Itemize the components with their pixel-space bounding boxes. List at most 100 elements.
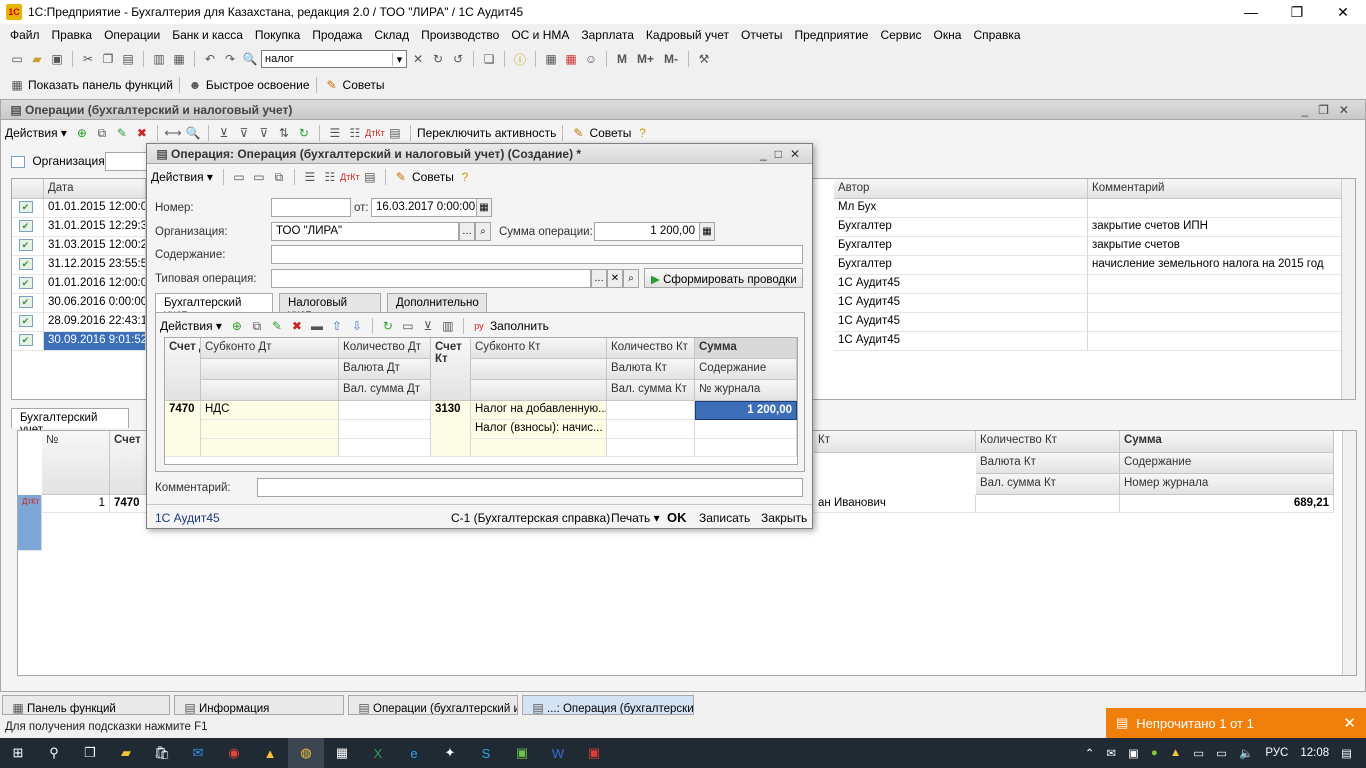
copy-row-icon[interactable]: ⧉ — [93, 124, 111, 142]
tree-icon[interactable]: ☷ — [346, 124, 364, 142]
org-field[interactable]: ТОО "ЛИРА" — [271, 222, 459, 241]
copy-row-icon[interactable]: ⧉ — [248, 317, 266, 335]
filter-icon[interactable]: ⊻ — [215, 124, 233, 142]
calculator-icon[interactable]: ▦ — [324, 738, 360, 768]
row-comment[interactable]: закрытие счетов ИПН — [1088, 218, 1342, 237]
select-icon[interactable]: … — [459, 222, 475, 241]
entry-subconto-kt-3[interactable] — [471, 439, 607, 457]
comment-field[interactable] — [257, 478, 803, 497]
date-field[interactable]: 16.03.2017 0:00:00 — [371, 198, 477, 217]
row-author[interactable]: Бухгалтер — [834, 237, 1088, 256]
calculator-icon[interactable]: ▦ — [542, 50, 560, 68]
warning-app-icon[interactable]: ▲ — [252, 738, 288, 768]
dialog-actions-menu[interactable]: Действия ▾ — [151, 170, 217, 184]
menu-item-edit[interactable]: Правка — [46, 24, 99, 46]
row-author[interactable]: Бухгалтер — [834, 218, 1088, 237]
window-tab-operation-dialog[interactable]: ▤...: Операция (бухгалтерски... — [522, 695, 694, 715]
help-icon[interactable]: ? — [633, 124, 651, 142]
entry-subconto-dt-3[interactable] — [201, 439, 339, 457]
row-comment[interactable]: начисление земельного налога на 2015 год — [1088, 256, 1342, 275]
chrome-icon[interactable]: ◉ — [216, 738, 252, 768]
pdf-icon[interactable]: ▣ — [576, 738, 612, 768]
entry-subconto-kt-2[interactable]: Налог (взносы): начис... — [471, 420, 607, 439]
calendar-icon[interactable]: ▦ — [476, 198, 492, 217]
row-comment[interactable] — [1088, 199, 1342, 218]
word-icon[interactable]: W — [540, 738, 576, 768]
column-header-subconto-kt[interactable]: Субконто Кт — [471, 338, 607, 359]
generate-entries-button[interactable]: ▶ Сформировать проводки — [644, 268, 803, 288]
entry-content[interactable] — [695, 420, 797, 439]
find-icon[interactable]: 🔍 — [184, 124, 202, 142]
column-header-author[interactable]: Автор — [834, 179, 1088, 199]
calendar-icon[interactable]: ▦ — [562, 50, 580, 68]
actions-menu[interactable]: Действия ▾ — [5, 126, 71, 140]
close-icon[interactable]: ✕ — [1343, 714, 1356, 732]
tips-button[interactable]: Советы — [412, 170, 454, 184]
select-icon[interactable]: … — [591, 269, 607, 288]
add-copy-icon[interactable]: ⧉ — [270, 168, 288, 186]
tray-chevron-icon[interactable]: ⌃ — [1085, 746, 1095, 760]
filter-icon[interactable]: ⊻ — [419, 317, 437, 335]
row-author[interactable]: 1С Аудит45 — [834, 332, 1088, 351]
add-icon[interactable]: ⊕ — [73, 124, 91, 142]
onec-app-icon[interactable]: ◍ — [288, 738, 324, 768]
tips-button[interactable]: Советы — [589, 126, 631, 140]
print-icon[interactable]: ▥ — [439, 317, 457, 335]
open-icon[interactable]: ⌕ — [623, 269, 639, 288]
entry-currency-kt[interactable] — [607, 420, 695, 439]
open-icon[interactable]: ▰ — [28, 50, 46, 68]
tab-additional[interactable]: Дополнительно — [387, 293, 487, 313]
row-author[interactable]: 1С Аудит45 — [834, 294, 1088, 313]
content-field[interactable] — [271, 245, 803, 264]
row-comment[interactable] — [1088, 313, 1342, 332]
menu-item-enterprise[interactable]: Предприятие — [788, 24, 874, 46]
print-menu[interactable]: Печать ▾ — [611, 511, 660, 525]
add-icon[interactable]: ⊕ — [228, 317, 246, 335]
memory-plus-button[interactable]: M+ — [633, 50, 658, 68]
contacts-icon[interactable]: ▣ — [504, 738, 540, 768]
row-author[interactable]: Бухгалтер — [834, 256, 1088, 275]
menu-item-purchase[interactable]: Покупка — [249, 24, 306, 46]
ok-button[interactable]: OK — [667, 510, 687, 525]
column-header-qty-kt[interactable]: Количество Кт — [607, 338, 695, 359]
column-header-kt[interactable]: Кт — [814, 431, 976, 453]
clear-search-icon[interactable]: ✕ — [409, 50, 427, 68]
menu-item-reports[interactable]: Отчеты — [735, 24, 788, 46]
search-input[interactable]: налог ▾ — [261, 50, 407, 68]
menu-item-warehouse[interactable]: Склад — [368, 24, 415, 46]
entry-subconto-dt[interactable]: НДС — [201, 401, 339, 420]
tab-accounting[interactable]: Бухгалтерский учет — [11, 408, 129, 436]
row-comment[interactable] — [1088, 332, 1342, 351]
explorer-icon[interactable]: ▰ — [108, 738, 144, 768]
entry-subconto-kt-1[interactable]: Налог на добавленную... — [471, 401, 607, 420]
help-icon[interactable]: ? — [456, 168, 474, 186]
save-button[interactable]: Записать — [699, 511, 750, 525]
new-doc-icon[interactable]: ▭ — [8, 50, 26, 68]
info-icon[interactable]: ⓘ — [511, 50, 529, 68]
excel-icon[interactable]: X — [360, 738, 396, 768]
edit-icon[interactable]: ✎ — [113, 124, 131, 142]
entry-subconto-dt-2[interactable] — [201, 420, 339, 439]
undo-icon[interactable]: ↶ — [201, 50, 219, 68]
column-header-date[interactable]: Дата — [44, 179, 146, 199]
dialog-controls-icon[interactable]: _□✕ — [760, 147, 808, 161]
entry-journal[interactable] — [695, 439, 797, 457]
tray-language[interactable]: РУС — [1265, 747, 1288, 759]
windows-start-icon[interactable]: ⊞ — [0, 738, 36, 768]
tray-monitor-icon[interactable]: ▭ — [1216, 746, 1227, 760]
restore-icon[interactable]: ❐ — [1274, 0, 1320, 24]
menu-item-production[interactable]: Производство — [415, 24, 505, 46]
typical-op-field[interactable] — [271, 269, 591, 288]
column-header-cur-sum-kt[interactable]: Вал. сумма Кт — [976, 474, 1120, 495]
menu-item-file[interactable]: Файл — [4, 24, 46, 46]
delete-icon[interactable]: ✖ — [288, 317, 306, 335]
tools-icon[interactable]: ⚒ — [695, 50, 713, 68]
print-form-button[interactable]: С-1 (Бухгалтерская справка) — [451, 511, 610, 525]
menu-item-hr[interactable]: Кадровый учет — [640, 24, 735, 46]
entry-cur-sum-dt[interactable] — [339, 439, 431, 457]
refresh-icon[interactable]: ↻ — [295, 124, 313, 142]
fill-button[interactable]: Заполнить — [490, 319, 549, 333]
tab-tax[interactable]: Налоговый учет — [279, 293, 381, 321]
org-filter-field[interactable] — [105, 152, 147, 171]
windows-icon[interactable]: ❏ — [480, 50, 498, 68]
